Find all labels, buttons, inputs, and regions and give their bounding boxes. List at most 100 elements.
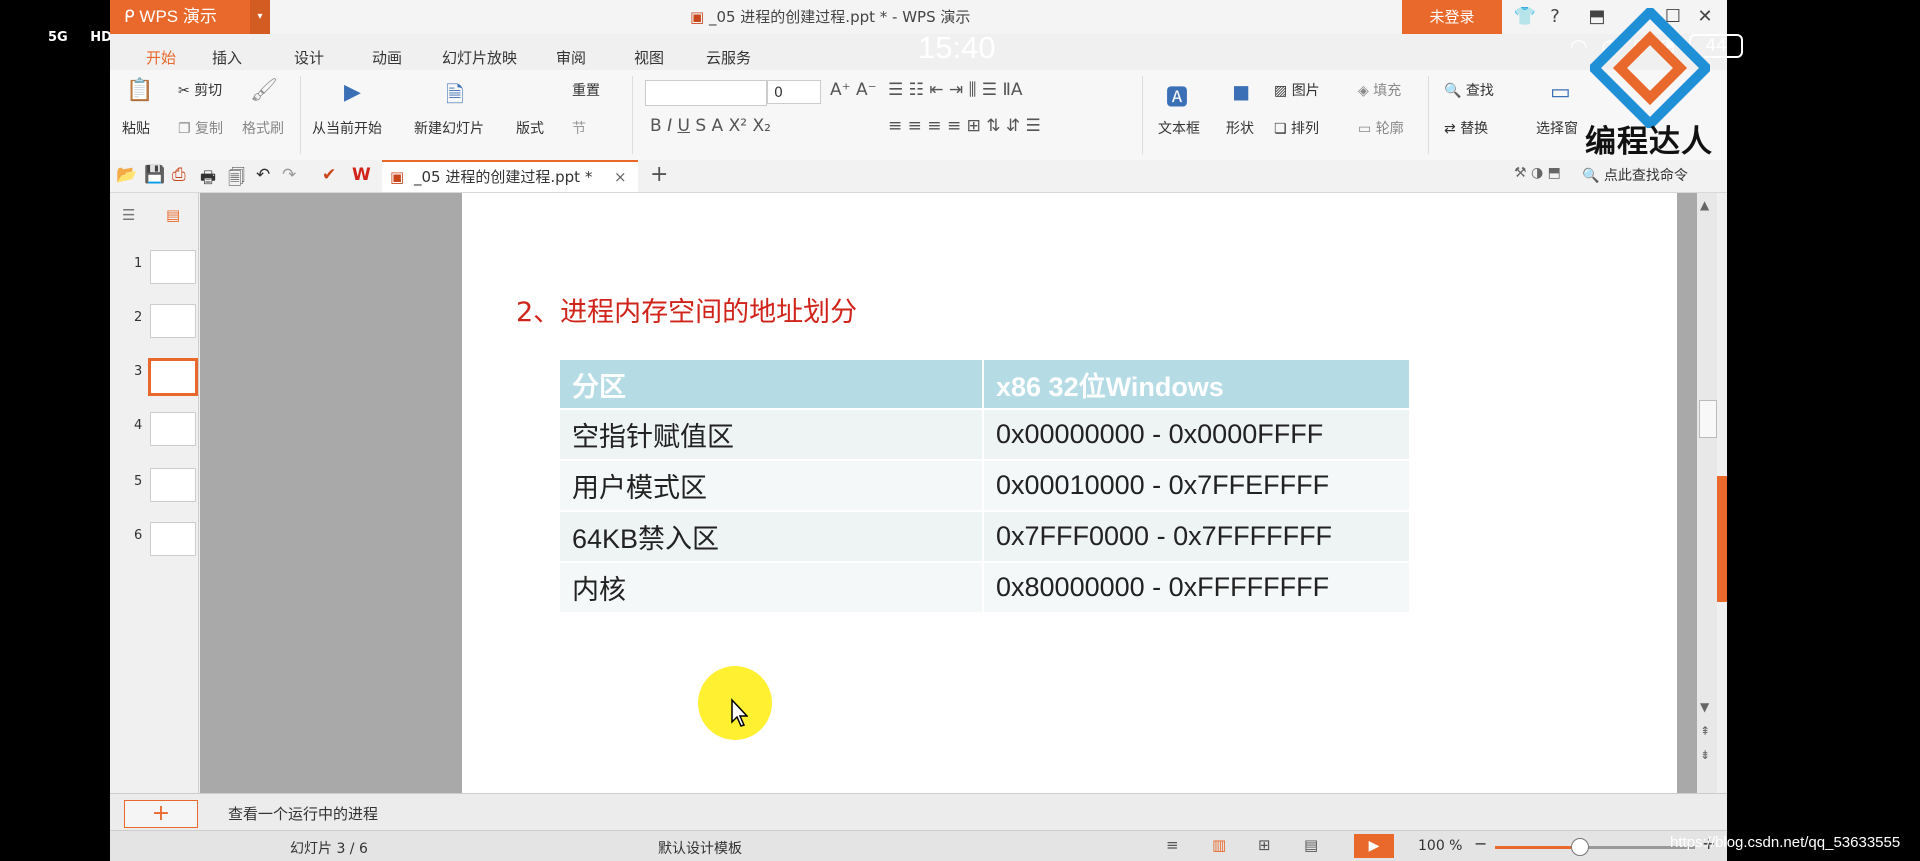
add-slide-button[interactable]: +: [124, 800, 198, 828]
tab-start[interactable]: 开始: [146, 47, 176, 68]
find-button[interactable]: 🔍 查找: [1444, 80, 1494, 100]
wps-app-button[interactable]: ᑭ WPS 演示: [110, 0, 250, 34]
status-network: 5G HD: [48, 30, 112, 45]
font-family-select[interactable]: [645, 80, 767, 106]
tab-review[interactable]: 审阅: [556, 47, 586, 68]
textbox-button[interactable]: 文本框: [1158, 118, 1200, 138]
tab-view[interactable]: 视图: [634, 47, 664, 68]
slide-title[interactable]: 2、进程内存空间的地址划分: [516, 290, 857, 329]
play-slideshow-button[interactable]: ▶: [1354, 834, 1394, 858]
select-pane-button[interactable]: 选择窗: [1536, 118, 1578, 138]
list-icons[interactable]: ☰ ☷ ⇤ ⇥ ⫼ ☰ ⅡA: [888, 80, 1022, 100]
replace-button[interactable]: ⇄ 替换: [1444, 118, 1488, 138]
from-current-button[interactable]: 从当前开始: [312, 118, 382, 138]
section-button[interactable]: 节: [572, 118, 586, 138]
login-button[interactable]: 未登录: [1402, 0, 1502, 34]
find-command-box[interactable]: 🔍 点此查找命令: [1582, 165, 1688, 185]
table-row: 64KB禁入区 0x7FFF0000 - 0x7FFFFFFF: [560, 511, 1409, 563]
new-tab-button[interactable]: +: [650, 162, 668, 187]
fill-button[interactable]: ◈ 填充: [1358, 80, 1401, 100]
pdf-icon[interactable]: ⎙: [172, 165, 186, 185]
wps-dropdown-icon[interactable]: ▾: [250, 0, 270, 34]
picture-button[interactable]: ▨ 图片: [1274, 80, 1320, 100]
slide-thumbnail[interactable]: [150, 412, 196, 446]
undo-icon[interactable]: ↶: [256, 165, 270, 185]
prev-slide-icon[interactable]: ⇞: [1700, 724, 1710, 738]
table-cell: 0x00000000 - 0x0000FFFF: [983, 409, 1409, 461]
notes-text[interactable]: 查看一个运行中的进程: [228, 803, 378, 824]
slide-counter: 幻灯片 3 / 6: [290, 841, 368, 857]
arrange-button[interactable]: ❏ 排列: [1274, 118, 1319, 138]
slide-thumbnail[interactable]: [150, 522, 196, 556]
template-name[interactable]: 默认设计模板: [658, 838, 742, 858]
wps-home-icon[interactable]: W: [352, 165, 371, 185]
wps-logo-icon: ᑭ: [124, 7, 140, 26]
slide-thumbnail-active[interactable]: [148, 358, 198, 396]
thumbnail-number: 2: [134, 310, 143, 325]
ppt-file-icon: ▣: [390, 168, 405, 186]
slide-thumbnail[interactable]: [150, 250, 196, 284]
scroll-up-icon[interactable]: ▲: [1700, 198, 1709, 212]
outline-button[interactable]: ▭ 轮廓: [1358, 118, 1404, 138]
pin-icon[interactable]: ✔: [322, 165, 336, 185]
skin-icon[interactable]: 👕: [1510, 0, 1540, 34]
reset-button[interactable]: 重置: [572, 80, 600, 100]
slide-thumbnail[interactable]: [150, 468, 196, 502]
print-icon[interactable]: 🖶: [200, 165, 216, 194]
headphones-icon: ◠: [1570, 34, 1588, 58]
table-row: 内核 0x80000000 - 0xFFFFFFFF: [560, 562, 1409, 614]
tab-cloud[interactable]: 云服务: [706, 47, 751, 68]
thumbnail-number: 5: [134, 474, 143, 489]
scroll-thumb[interactable]: [1699, 400, 1717, 438]
font-size-select[interactable]: 0: [767, 80, 821, 104]
sorter-view-icon[interactable]: ⊞: [1258, 836, 1271, 854]
preview-icon[interactable]: 🗐: [228, 165, 245, 194]
layout-button[interactable]: 版式: [516, 118, 544, 138]
notes-view-icon[interactable]: ≡: [1166, 836, 1179, 854]
scroll-down-icon[interactable]: ▼: [1700, 700, 1709, 714]
tab-design[interactable]: 设计: [294, 47, 324, 68]
table-cell: 0x7FFF0000 - 0x7FFFFFFF: [983, 511, 1409, 563]
text-format-icons[interactable]: B I U S A X² X₂: [650, 116, 771, 136]
toolbar-extra-icons[interactable]: ⚒ ◑ ⬒: [1514, 165, 1561, 181]
tab-slideshow[interactable]: 幻灯片放映: [442, 47, 517, 68]
redo-icon[interactable]: ↷: [282, 165, 296, 185]
zoom-out-button[interactable]: −: [1474, 834, 1487, 853]
copy-button[interactable]: ❐ 复制: [178, 118, 223, 138]
reading-view-icon[interactable]: ▤: [1304, 836, 1318, 854]
side-panel-toggle[interactable]: [1717, 476, 1727, 602]
document-tab[interactable]: ▣ _05 进程的创建过程.ppt * ×: [382, 160, 638, 192]
table-cell: 用户模式区: [560, 460, 984, 512]
next-slide-icon[interactable]: ⇟: [1700, 748, 1710, 762]
new-slide-button[interactable]: 新建幻灯片: [414, 118, 484, 138]
slide-thumbnail[interactable]: [150, 304, 196, 338]
ribbon-divider: [300, 76, 301, 154]
cut-button[interactable]: ✂ 剪切: [178, 80, 222, 100]
font-grow-icon[interactable]: A⁺ A⁻: [830, 80, 877, 100]
copy-icon: ❐: [178, 121, 196, 137]
normal-view-icon[interactable]: ▥: [1212, 836, 1226, 854]
align-icons[interactable]: ≡ ≡ ≡ ≡ ⊞ ⇅ ⇵ ☰: [888, 116, 1041, 136]
save-icon[interactable]: 💾: [144, 165, 165, 185]
table-cell: 内核: [560, 562, 984, 614]
new-slide-icon: 🗎: [446, 83, 464, 108]
tab-insert[interactable]: 插入: [212, 47, 242, 68]
slides-view-icon[interactable]: ▤: [166, 206, 180, 224]
mouse-pointer-icon: [731, 698, 748, 727]
zoom-level: 100 %: [1418, 838, 1463, 854]
paste-button[interactable]: 粘贴: [122, 118, 150, 138]
outline-view-icon[interactable]: ☰: [122, 206, 135, 224]
thumbnail-number: 4: [134, 418, 143, 433]
fill-icon: ◈: [1358, 83, 1374, 99]
help-button[interactable]: ?: [1540, 0, 1570, 34]
tab-close-icon[interactable]: ×: [614, 162, 627, 192]
address-table[interactable]: 分区 x86 32位Windows 空指针赋值区 0x00000000 - 0x…: [560, 360, 1409, 614]
shape-button[interactable]: 形状: [1226, 118, 1254, 138]
paste-icon[interactable]: 📋: [126, 78, 153, 103]
zoom-slider-handle[interactable]: [1571, 838, 1589, 856]
table-row: 空指针赋值区 0x00000000 - 0x0000FFFF: [560, 409, 1409, 461]
tab-animation[interactable]: 动画: [372, 47, 402, 68]
table-cell: 0x80000000 - 0xFFFFFFFF: [983, 562, 1409, 614]
format-painter-button[interactable]: 格式刷: [242, 118, 284, 138]
open-icon[interactable]: 📂: [116, 165, 137, 185]
